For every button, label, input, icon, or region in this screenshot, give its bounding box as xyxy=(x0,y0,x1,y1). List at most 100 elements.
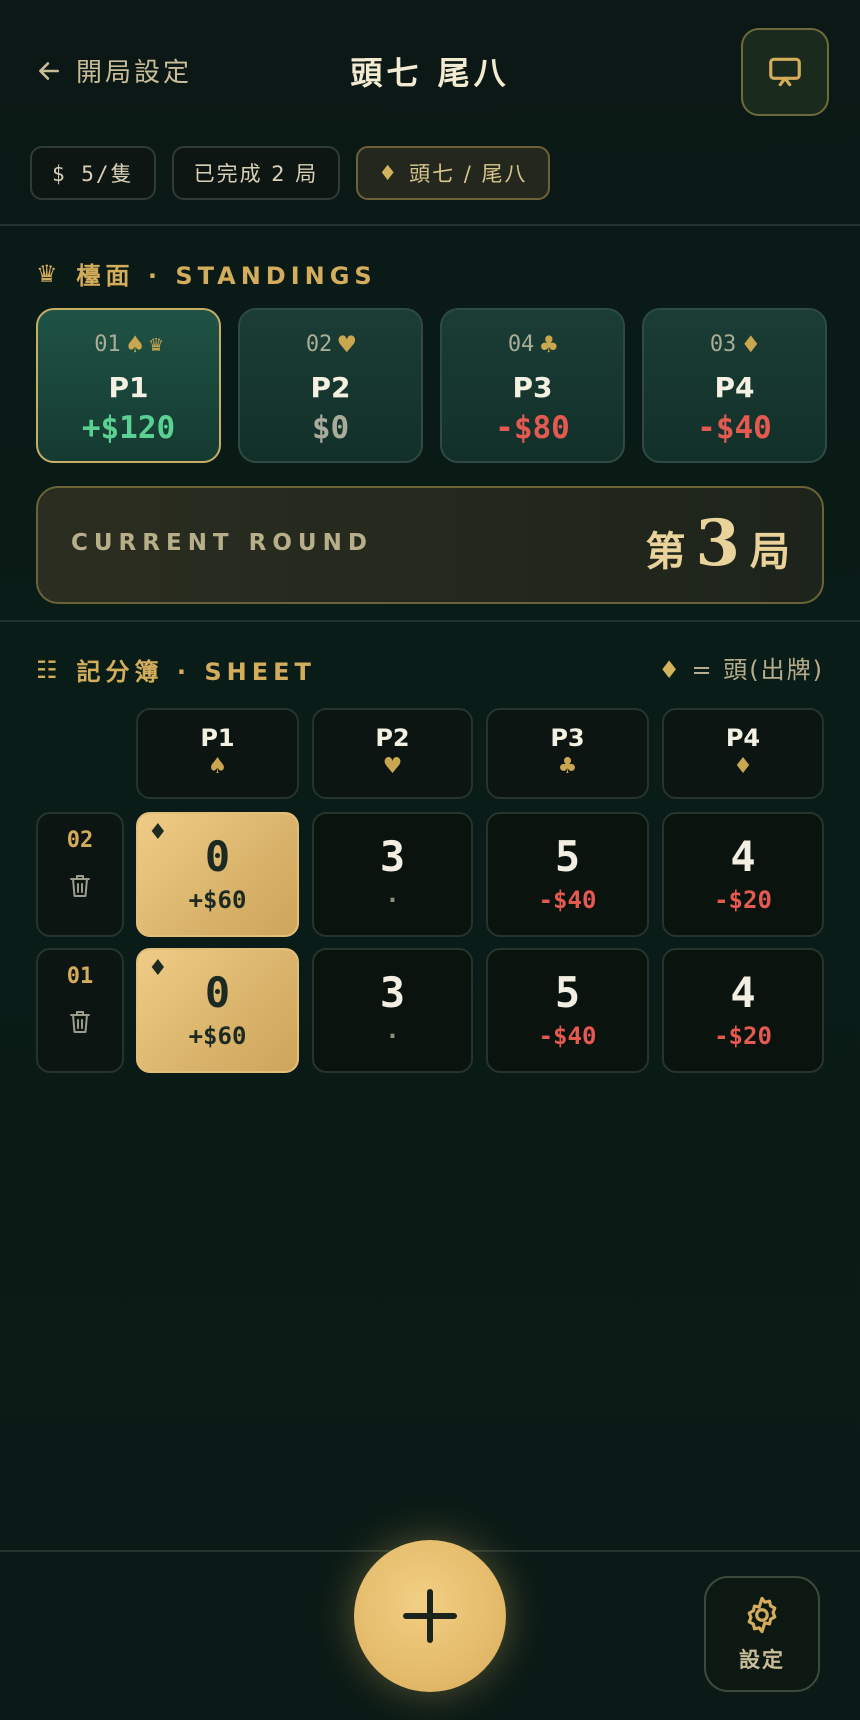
player-name: P1 xyxy=(108,371,149,404)
cell-money: +$60 xyxy=(188,1022,247,1050)
trash-icon xyxy=(70,875,90,897)
diamond-icon: ♦ xyxy=(742,328,760,361)
sheet-heading: ☷ 記分簿 · SHEET xyxy=(36,652,316,687)
standing-card-p4[interactable]: 03 ♦ P4 -$40 xyxy=(642,308,827,463)
player-amount: -$80 xyxy=(495,410,570,446)
round-row-label: 02 xyxy=(36,812,124,937)
rule-chip-label: 頭七 / 尾八 xyxy=(409,162,528,186)
info-chips: $ 5/隻 已完成 2 局 ♦ 頭七 / 尾八 xyxy=(30,146,550,200)
sheet-header-p1: P1 ♠ xyxy=(136,708,299,799)
list-icon: ☷ xyxy=(36,655,63,684)
club-icon: ♣ xyxy=(540,328,558,361)
sheet-header-p2: P2 ♥ xyxy=(312,708,473,799)
cell-score: 4 xyxy=(730,832,756,881)
player-amount: -$40 xyxy=(697,410,772,446)
heart-icon: ♥ xyxy=(382,754,403,779)
score-cell[interactable]: 4 -$20 xyxy=(662,812,824,937)
score-cell[interactable]: 3 · xyxy=(312,948,473,1073)
standing-seat: 03 ♦ xyxy=(644,328,825,361)
score-cell[interactable]: 4 -$20 xyxy=(662,948,824,1073)
standing-seat: 02 ♥ xyxy=(240,328,421,361)
section-divider xyxy=(0,224,860,226)
legend-text: = 頭(出牌) xyxy=(691,656,824,684)
cell-money: +$60 xyxy=(188,886,247,914)
section-divider xyxy=(0,620,860,622)
settings-label: 設定 xyxy=(739,1648,785,1672)
standings-label: 檯面 · STANDINGS xyxy=(76,262,377,290)
delete-round-button[interactable] xyxy=(38,1009,122,1035)
score-cell[interactable]: 3 · xyxy=(312,812,473,937)
seat-number: 04 xyxy=(507,332,535,357)
round-number: 02 xyxy=(66,828,94,853)
seat-number: 01 xyxy=(94,332,121,357)
cell-money: -$20 xyxy=(714,886,772,914)
diamond-icon: ♦ xyxy=(658,656,682,684)
current-round-label: CURRENT ROUND xyxy=(71,530,373,556)
cell-money: · xyxy=(385,886,400,914)
current-round-value: 第 3 局 xyxy=(645,506,790,581)
cell-score: 3 xyxy=(379,832,406,881)
page-title: 頭七 尾八 xyxy=(350,54,510,92)
round-row-label: 01 xyxy=(36,948,124,1073)
standing-card-p1[interactable]: 01 ♠ ♛ P1 +$120 xyxy=(36,308,221,463)
column-player: P2 xyxy=(375,724,410,752)
round-suffix: 局 xyxy=(750,528,790,575)
column-player: P4 xyxy=(725,724,761,752)
standings-list: 01 ♠ ♛ P1 +$120 02 ♥ P2 $0 04 ♣ P3 -$80 … xyxy=(36,308,827,463)
heart-icon: ♥ xyxy=(338,328,356,361)
sheet-label: 記分簿 · SHEET xyxy=(76,658,316,686)
diamond-icon: ♦ xyxy=(378,161,400,185)
diamond-icon: ♦ xyxy=(733,754,753,779)
head-legend: ♦ = 頭(出牌) xyxy=(658,650,824,685)
gear-icon xyxy=(747,1596,777,1634)
cell-score: 5 xyxy=(554,968,581,1017)
player-name: P2 xyxy=(310,371,351,404)
crown-icon: ♛ xyxy=(149,332,163,357)
round-prefix: 第 xyxy=(645,528,686,575)
standing-card-p2[interactable]: 02 ♥ P2 $0 xyxy=(238,308,423,463)
cell-score: 4 xyxy=(730,968,756,1017)
crown-icon: ♛ xyxy=(36,259,63,288)
seat-number: 03 xyxy=(709,332,737,357)
spade-icon: ♠ xyxy=(126,328,144,361)
cell-money: -$40 xyxy=(538,1022,597,1050)
standing-seat: 01 ♠ ♛ xyxy=(38,328,219,361)
diamond-icon: ♦ xyxy=(148,956,168,981)
cell-score: 3 xyxy=(379,968,406,1017)
current-round-panel: CURRENT ROUND 第 3 局 xyxy=(36,486,824,604)
cell-money: -$40 xyxy=(538,886,597,914)
cell-money: -$20 xyxy=(714,1022,772,1050)
score-cell[interactable]: 5 -$40 xyxy=(486,812,649,937)
cast-screen-icon xyxy=(769,57,801,87)
rule-chip: ♦ 頭七 / 尾八 xyxy=(356,146,550,200)
diamond-icon: ♦ xyxy=(148,820,168,845)
sheet-header-p3: P3 ♣ xyxy=(486,708,649,799)
cast-button[interactable] xyxy=(741,28,829,116)
score-cell[interactable]: ♦ 0 +$60 xyxy=(136,948,299,1073)
completed-rounds-chip: 已完成 2 局 xyxy=(171,146,341,200)
app-header: 開局設定 頭七 尾八 xyxy=(0,0,860,145)
settings-button[interactable]: 設定 xyxy=(704,1576,820,1692)
round-number: 01 xyxy=(66,964,94,989)
standing-card-p3[interactable]: 04 ♣ P3 -$80 xyxy=(440,308,625,463)
trash-icon xyxy=(70,1011,90,1033)
spade-icon: ♠ xyxy=(207,754,228,779)
player-name: P4 xyxy=(714,371,755,404)
plus-icon xyxy=(403,1589,457,1643)
club-icon: ♣ xyxy=(557,754,578,779)
cell-score: 5 xyxy=(554,832,581,881)
add-round-button[interactable] xyxy=(354,1540,506,1692)
player-amount: $0 xyxy=(311,410,350,446)
delete-round-button[interactable] xyxy=(38,873,122,899)
score-cell[interactable]: ♦ 0 +$60 xyxy=(136,812,299,937)
round-number: 3 xyxy=(695,506,740,581)
sheet-header-p4: P4 ♦ xyxy=(662,708,824,799)
column-player: P3 xyxy=(550,724,585,752)
player-amount: +$120 xyxy=(81,410,176,446)
standing-seat: 04 ♣ xyxy=(442,328,623,361)
stake-chip: $ 5/隻 xyxy=(30,146,156,200)
score-cell[interactable]: 5 -$40 xyxy=(486,948,649,1073)
column-player: P1 xyxy=(200,724,235,752)
standings-heading: ♛ 檯面 · STANDINGS xyxy=(36,256,377,291)
seat-number: 02 xyxy=(305,332,333,357)
